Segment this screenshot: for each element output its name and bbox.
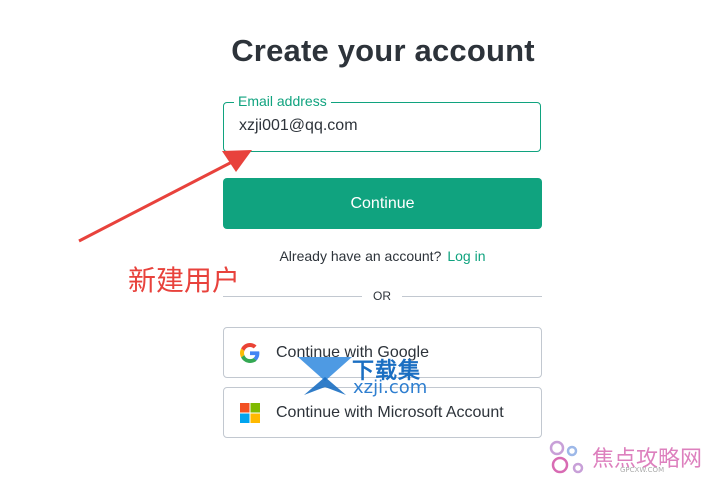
annotation-arrow-icon (78, 150, 252, 243)
annotation-text: 新建用户 (128, 264, 241, 297)
xzji-logo-icon (298, 357, 352, 395)
watermark-url: xzji.com (353, 377, 428, 398)
watermark2-sub: GPCXW.COM (620, 466, 665, 474)
gpcxw-logo-icon (549, 440, 584, 474)
